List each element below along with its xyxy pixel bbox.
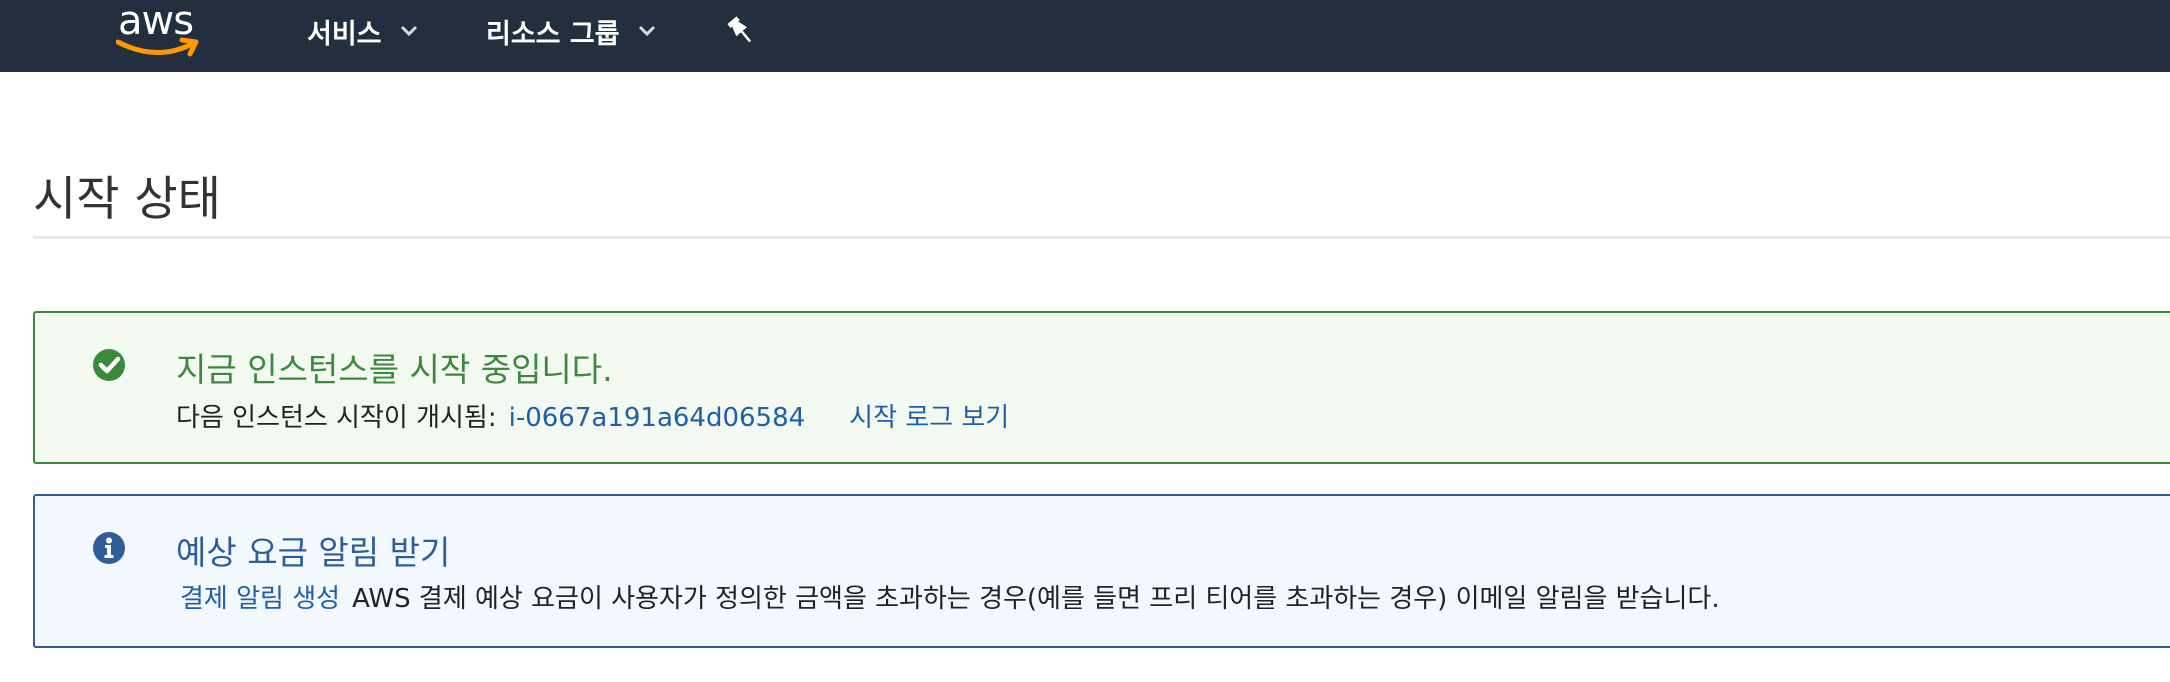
info-circle-icon [92, 531, 126, 565]
services-menu[interactable]: 서비스 [307, 0, 418, 62]
resource-groups-menu-label: 리소스 그룹 [486, 18, 620, 50]
page-title: 시작 상태 [33, 172, 221, 227]
top-navigation-bar: aws 서비스 리소스 그룹 [0, 0, 2170, 72]
aws-smile-icon [116, 37, 199, 57]
aws-logo[interactable]: aws [116, 0, 200, 60]
view-launch-log-link[interactable]: 시작 로그 보기 [849, 403, 1009, 433]
pushpin-icon[interactable] [726, 14, 756, 48]
info-alert-body: 결제 알림 생성 AWS 결제 예상 요금이 사용자가 정의한 금액을 초과하는 … [180, 578, 1720, 615]
billing-alert-description: AWS 결제 예상 요금이 사용자가 정의한 금액을 초과하는 경우(예를 들면… [352, 584, 1720, 614]
success-alert-heading: 지금 인스턴스를 시작 중입니다. [176, 350, 613, 389]
instance-id-link[interactable]: i-0667a191a64d06584 [509, 403, 806, 433]
create-billing-alert-link[interactable]: 결제 알림 생성 [180, 584, 340, 614]
instance-launch-text: 다음 인스턴스 시작이 개시됨: [176, 403, 497, 433]
title-divider [33, 236, 2170, 239]
resource-groups-menu[interactable]: 리소스 그룹 [486, 0, 656, 62]
services-menu-label: 서비스 [307, 18, 382, 50]
chevron-down-icon [638, 25, 656, 37]
launch-success-alert: 지금 인스턴스를 시작 중입니다. 다음 인스턴스 시작이 개시됨: i-0667… [33, 311, 2170, 464]
info-alert-heading: 예상 요금 알림 받기 [176, 533, 451, 572]
chevron-down-icon [400, 25, 418, 37]
check-circle-icon [92, 348, 126, 382]
billing-alert-info-box: 예상 요금 알림 받기 결제 알림 생성 AWS 결제 예상 요금이 사용자가 정… [33, 494, 2170, 648]
success-alert-body: 다음 인스턴스 시작이 개시됨: i-0667a191a64d06584 시작 로그… [176, 397, 1009, 434]
